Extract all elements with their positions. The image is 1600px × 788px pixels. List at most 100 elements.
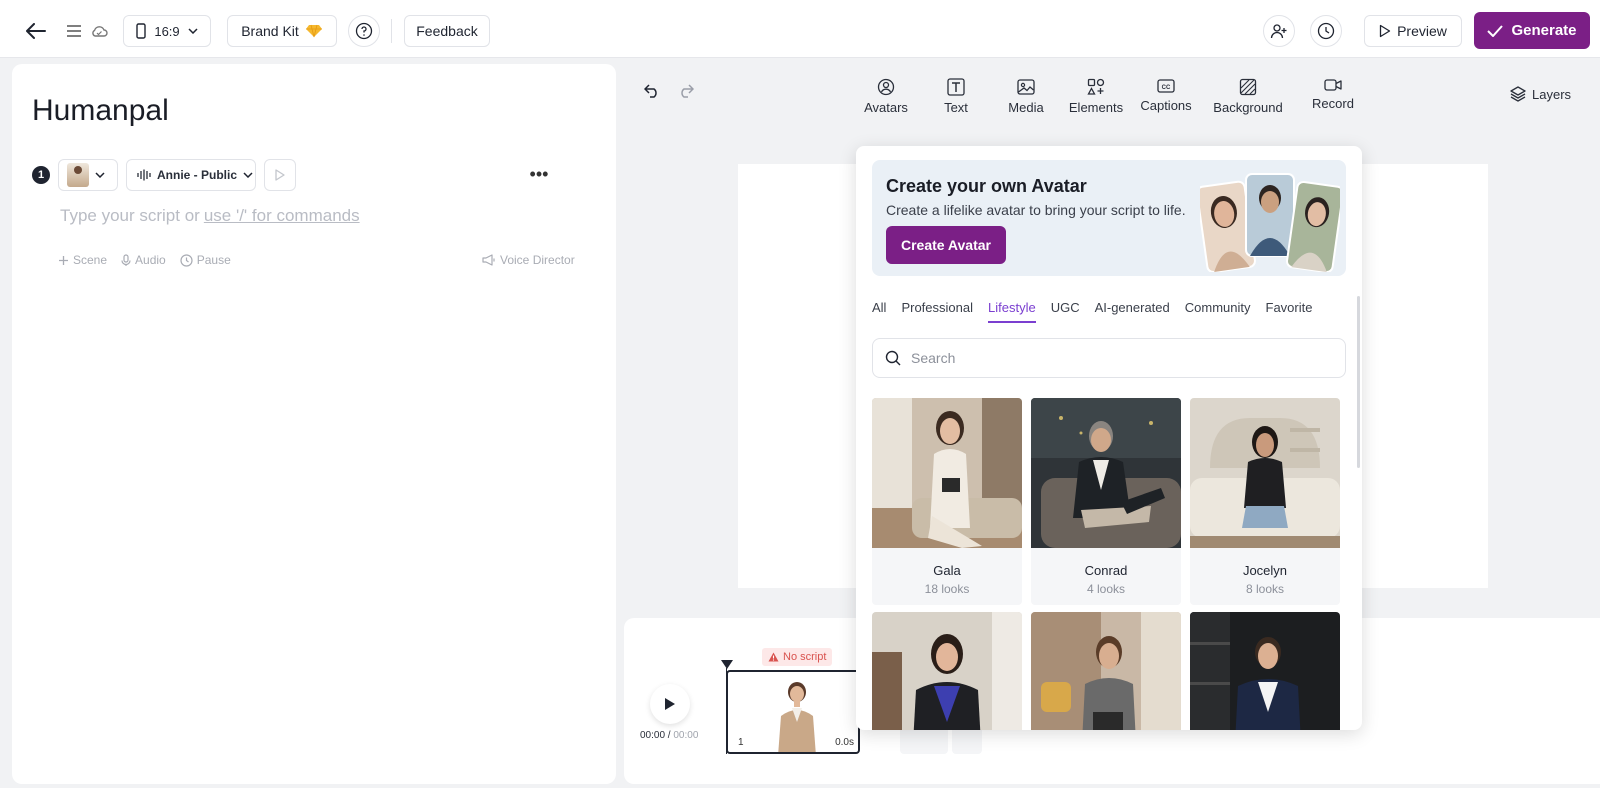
voice-director-label: Voice Director bbox=[500, 253, 575, 267]
chevron-down-icon bbox=[95, 172, 105, 178]
toolbar-avatars[interactable]: Avatars bbox=[851, 78, 921, 115]
feedback-button[interactable]: Feedback bbox=[404, 15, 490, 47]
avatar-card-gala[interactable]: Gala 18 looks bbox=[872, 398, 1022, 605]
banner-subtitle: Create a lifelike avatar to bring your s… bbox=[886, 202, 1186, 218]
playhead-marker[interactable] bbox=[721, 660, 733, 669]
help-button[interactable] bbox=[348, 15, 380, 47]
avatar-search-input[interactable] bbox=[911, 350, 1311, 366]
create-avatar-button[interactable]: Create Avatar bbox=[886, 226, 1006, 264]
avatar-name: Conrad bbox=[1084, 562, 1128, 578]
banner-avatar-collage bbox=[1200, 173, 1340, 272]
menu-icon[interactable] bbox=[64, 15, 84, 47]
generate-label: Generate bbox=[1511, 22, 1577, 39]
timeline-play-button[interactable] bbox=[650, 684, 690, 724]
add-pause-label: Pause bbox=[196, 253, 231, 267]
waveform-icon bbox=[137, 169, 151, 181]
add-audio-label: Audio bbox=[135, 253, 166, 267]
voice-preview-button[interactable] bbox=[264, 159, 296, 191]
voice-director-button[interactable]: Voice Director bbox=[482, 253, 575, 267]
history-button[interactable] bbox=[1310, 15, 1342, 47]
tab-ugc[interactable]: UGC bbox=[1051, 300, 1080, 323]
back-arrow-icon[interactable] bbox=[22, 15, 50, 47]
voice-label: Annie - Public bbox=[157, 168, 238, 182]
image-icon bbox=[1017, 79, 1035, 95]
warning-icon bbox=[768, 652, 779, 662]
toolbar-captions-label: Captions bbox=[1140, 98, 1192, 113]
tab-professional[interactable]: Professional bbox=[901, 300, 973, 323]
avatar-card[interactable] bbox=[872, 612, 1022, 730]
search-icon bbox=[885, 350, 901, 366]
redo-icon[interactable] bbox=[678, 84, 695, 103]
avatar-looks-count: 4 looks bbox=[1086, 581, 1126, 596]
current-time: 00:00 bbox=[640, 730, 666, 741]
script-input[interactable]: Type your script or use '/' for commands bbox=[60, 206, 360, 226]
layers-button[interactable]: Layers bbox=[1510, 86, 1571, 102]
no-script-label: No script bbox=[783, 651, 827, 663]
shapes-icon bbox=[1087, 78, 1105, 95]
clip-avatar-thumbnail bbox=[778, 682, 816, 752]
add-collaborator-button[interactable] bbox=[1263, 15, 1295, 47]
avatar-picker-popover: Create your own Avatar Create a lifelike… bbox=[856, 146, 1362, 730]
video-camera-icon bbox=[1324, 79, 1342, 91]
voice-select[interactable]: Annie - Public bbox=[126, 159, 256, 191]
toolbar-avatars-label: Avatars bbox=[864, 100, 908, 115]
generate-button[interactable]: Generate bbox=[1474, 12, 1590, 49]
toolbar-media-label: Media bbox=[1008, 100, 1044, 115]
phone-icon bbox=[136, 23, 147, 39]
toolbar-captions[interactable]: CC Captions bbox=[1131, 78, 1201, 113]
tab-all[interactable]: All bbox=[872, 300, 886, 323]
toolbar-text[interactable]: Text bbox=[921, 78, 991, 115]
avatar-card[interactable] bbox=[1190, 612, 1340, 730]
toolbar-background[interactable]: Background bbox=[1213, 78, 1283, 115]
script-panel: Humanpal 1 Annie - Public ••• Type your … bbox=[12, 64, 616, 784]
brand-kit-button[interactable]: Brand Kit bbox=[227, 15, 337, 47]
avatar-name: Jocelyn bbox=[1242, 562, 1288, 578]
script-actions: Scene Audio Pause bbox=[58, 253, 231, 267]
avatar-photo bbox=[1031, 398, 1181, 548]
tab-ai-generated[interactable]: AI-generated bbox=[1095, 300, 1170, 323]
top-bar: 16:9 Brand Kit Feedback Preview Generate bbox=[0, 0, 1600, 58]
banner-title: Create your own Avatar bbox=[886, 176, 1087, 196]
script-placeholder: Type your script or bbox=[60, 206, 200, 225]
toolbar-record[interactable]: Record bbox=[1298, 78, 1368, 111]
toolbar-elements[interactable]: Elements bbox=[1061, 78, 1131, 115]
check-icon bbox=[1487, 24, 1504, 37]
commands-hint-link[interactable]: use '/' for commands bbox=[204, 206, 360, 225]
avatar-photo bbox=[1190, 612, 1340, 730]
tab-community[interactable]: Community bbox=[1185, 300, 1251, 323]
layers-icon bbox=[1510, 86, 1526, 102]
svg-text:CC: CC bbox=[1162, 85, 1171, 91]
captions-icon: CC bbox=[1157, 79, 1175, 93]
project-title[interactable]: Humanpal bbox=[32, 94, 169, 128]
scene-clip[interactable]: 1 0.0s bbox=[726, 670, 860, 754]
divider bbox=[391, 19, 392, 43]
avatar-photo bbox=[872, 398, 1022, 548]
aspect-ratio-select[interactable]: 16:9 bbox=[123, 15, 211, 47]
play-icon bbox=[275, 169, 285, 181]
timecode: 00:00 / 00:00 bbox=[640, 730, 698, 741]
avatar-list-scrollbar[interactable] bbox=[1357, 296, 1360, 468]
add-audio-button[interactable]: Audio bbox=[121, 253, 166, 267]
preview-label: Preview bbox=[1397, 23, 1447, 39]
preview-button[interactable]: Preview bbox=[1364, 15, 1462, 47]
avatar-card-jocelyn[interactable]: Jocelyn 8 looks bbox=[1190, 398, 1340, 605]
pause-clock-icon bbox=[180, 253, 193, 267]
undo-icon[interactable] bbox=[643, 84, 660, 103]
avatar-search-box[interactable] bbox=[872, 338, 1346, 378]
add-pause-button[interactable]: Pause bbox=[180, 253, 231, 267]
add-scene-button[interactable]: Scene bbox=[58, 253, 107, 267]
brand-kit-label: Brand Kit bbox=[241, 23, 299, 39]
cloud-saved-icon bbox=[88, 15, 110, 47]
tab-favorite[interactable]: Favorite bbox=[1266, 300, 1313, 323]
chevron-down-icon bbox=[188, 28, 198, 34]
more-options-icon[interactable]: ••• bbox=[526, 164, 552, 184]
toolbar-media[interactable]: Media bbox=[991, 78, 1061, 115]
microphone-icon bbox=[121, 253, 131, 266]
scene-avatar-select[interactable] bbox=[58, 159, 118, 191]
add-user-icon bbox=[1270, 24, 1287, 39]
no-script-warning: No script bbox=[762, 648, 833, 666]
tab-lifestyle[interactable]: Lifestyle bbox=[988, 300, 1036, 323]
avatar-card-conrad[interactable]: Conrad 4 looks bbox=[1031, 398, 1181, 605]
chevron-down-icon bbox=[243, 172, 253, 178]
avatar-card[interactable] bbox=[1031, 612, 1181, 730]
